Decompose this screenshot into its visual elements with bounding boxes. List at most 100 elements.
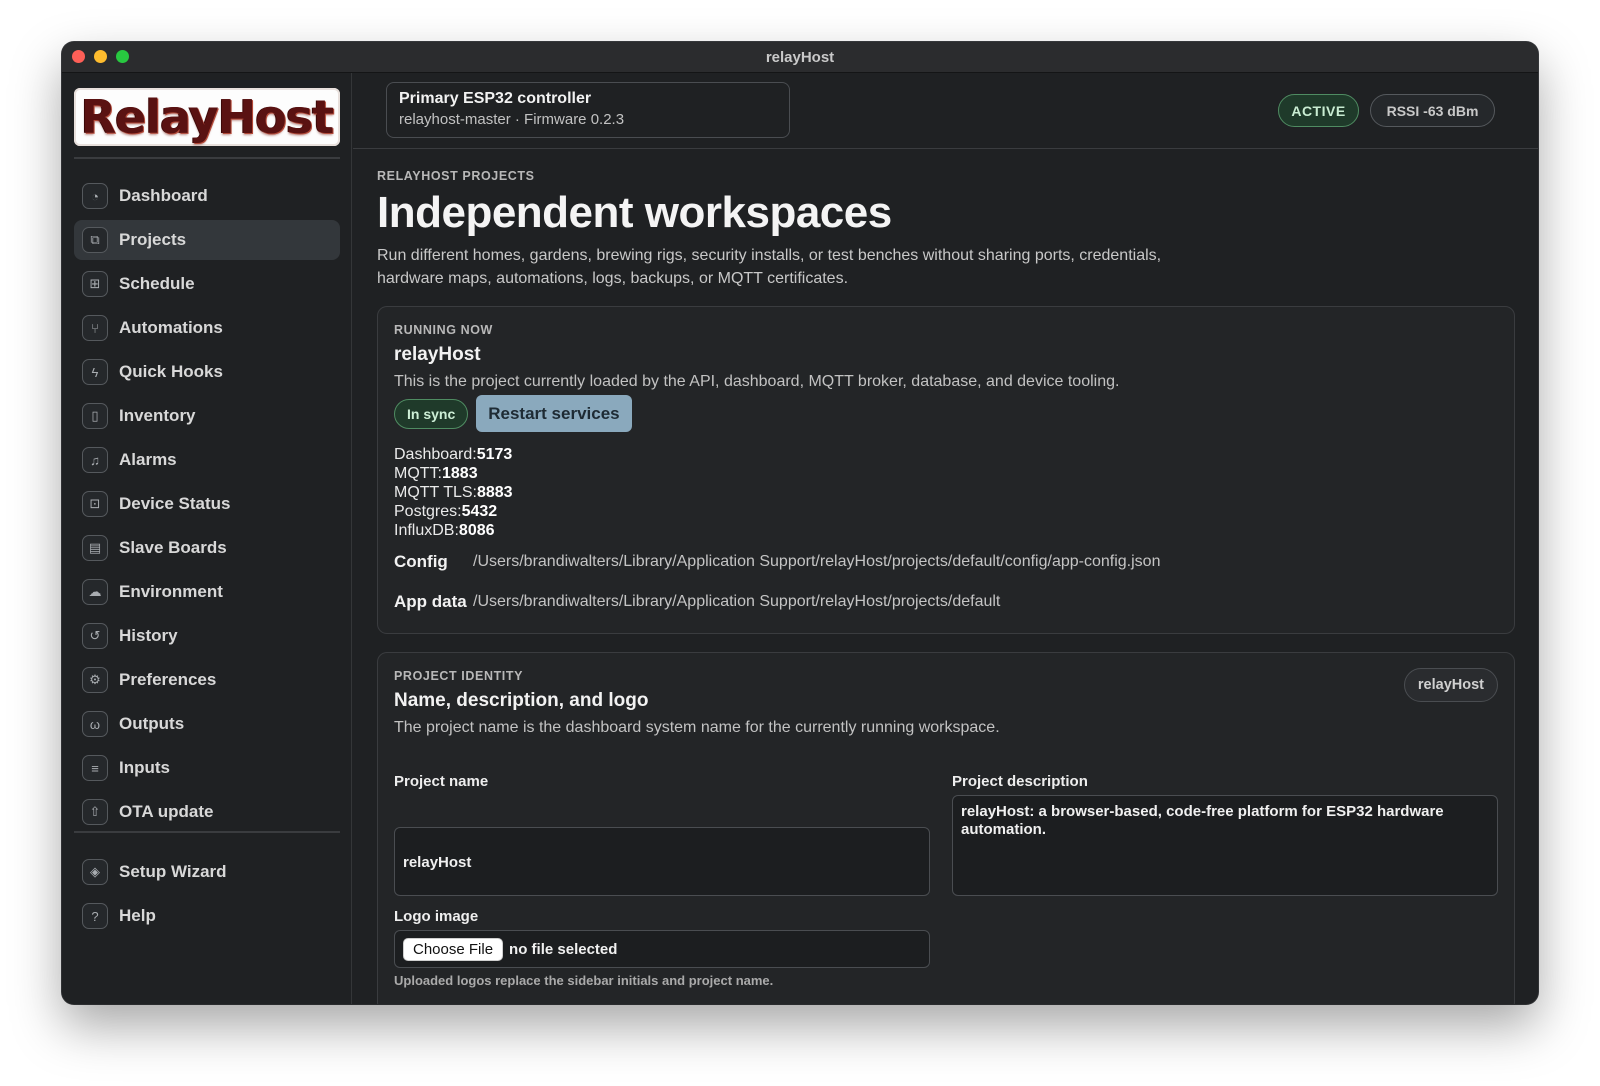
port-row: Dashboard:5173 (394, 445, 1498, 464)
dashboard-icon: ◔ (82, 183, 108, 209)
logo-file-input[interactable]: Choose File no file selected (394, 930, 930, 968)
port-row: Postgres:5432 (394, 502, 1498, 521)
card-eyebrow: PROJECT IDENTITY (394, 669, 524, 683)
app-logo-text: RelayHost (80, 90, 334, 144)
sidebar-divider (74, 831, 340, 833)
sidebar-item-history[interactable]: ↺ History (74, 616, 340, 656)
port-value: 5432 (461, 503, 498, 520)
sidebar-divider (74, 157, 340, 159)
alarm-bell-icon: ♫ (82, 447, 108, 473)
config-label: Config (394, 552, 448, 571)
sidebar-item-slave-boards[interactable]: ▤ Slave Boards (74, 528, 340, 568)
quick-hooks-icon: ϟ (82, 359, 108, 385)
port-label: Postgres: (394, 503, 462, 520)
sidebar-item-ota-update[interactable]: ⇧ OTA update (74, 792, 340, 832)
running-project-desc: This is the project currently loaded by … (394, 373, 1120, 390)
sidebar-item-label: Dashboard (119, 186, 208, 205)
app-logo[interactable]: RelayHost (74, 88, 340, 146)
running-now-card: RUNNING NOW relayHost This is the projec… (377, 306, 1515, 634)
logo-image-label: Logo image (394, 908, 479, 925)
sidebar-item-alarms[interactable]: ♫ Alarms (74, 440, 340, 480)
page-title: Independent workspaces (377, 188, 892, 237)
rssi-badge: RSSI -63 dBm (1370, 94, 1495, 127)
sidebar-item-dashboard[interactable]: ◔ Dashboard (74, 176, 340, 216)
appdata-path-row: App data /Users/brandiwalters/Library/Ap… (394, 592, 1498, 612)
sidebar-footer-nav: ◈ Setup Wizard ? Help (74, 852, 340, 940)
status-badge: ACTIVE (1278, 94, 1359, 127)
sidebar-item-label: Setup Wizard (119, 862, 227, 881)
automations-icon: ⑂ (82, 315, 108, 341)
sidebar-item-label: History (119, 626, 178, 645)
identity-desc: The project name is the dashboard system… (394, 719, 1000, 736)
device-status-icon: ⊡ (82, 491, 108, 517)
sidebar-item-setup-wizard[interactable]: ◈ Setup Wizard (74, 852, 340, 892)
sidebar-item-label: Alarms (119, 450, 177, 469)
sidebar-item-quick-hooks[interactable]: ϟ Quick Hooks (74, 352, 340, 392)
sidebar-item-inputs[interactable]: ≡ Inputs (74, 748, 340, 788)
page-eyebrow: RELAYHOST PROJECTS (377, 169, 535, 183)
config-path: /Users/brandiwalters/Library/Application… (473, 553, 1161, 570)
port-label: Dashboard: (394, 446, 477, 463)
port-value: 8883 (476, 484, 513, 501)
schedule-icon: ⊞ (82, 271, 108, 297)
appdata-path: /Users/brandiwalters/Library/Application… (473, 593, 1001, 610)
sidebar-item-environment[interactable]: ☁ Environment (74, 572, 340, 612)
identity-title: Name, description, and logo (394, 690, 649, 711)
port-value: 5173 (476, 446, 513, 463)
restart-services-button[interactable]: Restart services (476, 395, 632, 432)
slave-boards-icon: ▤ (82, 535, 108, 561)
port-row: MQTT:1883 (394, 464, 1498, 483)
sidebar-item-label: Help (119, 906, 156, 925)
sidebar-item-label: OTA update (119, 802, 214, 821)
inputs-icon: ≡ (82, 755, 108, 781)
sidebar-item-label: Inventory (119, 406, 196, 425)
projects-page: RELAYHOST PROJECTS Independent workspace… (377, 169, 1515, 1004)
device-firmware: relayhost-master · Firmware 0.2.3 (399, 111, 625, 128)
inventory-icon: ▯ (82, 403, 108, 429)
project-description-label: Project description (952, 773, 1088, 790)
running-actions: In sync Restart services (394, 395, 1498, 432)
sidebar-item-label: Slave Boards (119, 538, 227, 557)
sidebar-item-label: Schedule (119, 274, 195, 293)
sidebar-item-outputs[interactable]: ω Outputs (74, 704, 340, 744)
sidebar-item-preferences[interactable]: ⚙ Preferences (74, 660, 340, 700)
sidebar-item-projects[interactable]: ⧉ Projects (74, 220, 340, 260)
outputs-icon: ω (82, 711, 108, 737)
title-bar: relayHost (62, 42, 1538, 73)
sidebar-item-label: Inputs (119, 758, 170, 777)
device-selector[interactable]: Primary ESP32 controller relayhost-maste… (386, 82, 790, 138)
sidebar-nav: ◔ Dashboard ⧉ Projects ⊞ Schedule ⑂ Automations… (74, 176, 340, 836)
sidebar-item-label: Projects (119, 230, 187, 249)
sidebar: RelayHost ◔ Dashboard ⧉ Projects ⊞ Schedule ⑂ A… (62, 73, 352, 1004)
sidebar-item-automations[interactable]: ⑂ Automations (74, 308, 340, 348)
logo-hint: Uploaded logos replace the sidebar initi… (394, 973, 774, 988)
upload-icon: ⇧ (82, 799, 108, 825)
sidebar-item-device-status[interactable]: ⊡ Device Status (74, 484, 340, 524)
port-value: 1883 (442, 465, 478, 482)
project-description-textarea[interactable]: relayHost: a browser-based, code-free pl… (952, 795, 1498, 896)
sidebar-item-label: Preferences (119, 670, 217, 689)
projects-icon: ⧉ (82, 227, 108, 253)
config-path-row: Config /Users/brandiwalters/Library/Appl… (394, 552, 1498, 572)
device-name: Primary ESP32 controller (399, 90, 592, 107)
gear-icon: ⚙ (82, 667, 108, 693)
choose-file-button[interactable]: Choose File (403, 937, 504, 961)
sidebar-item-inventory[interactable]: ▯ Inventory (74, 396, 340, 436)
sidebar-item-label: Automations (119, 318, 223, 337)
sidebar-item-label: Outputs (119, 714, 185, 733)
page-intro: Run different homes, gardens, brewing ri… (377, 247, 1162, 287)
port-label: MQTT TLS: (394, 484, 477, 501)
main-content: Primary ESP32 controller relayhost-maste… (353, 73, 1538, 1004)
history-icon: ↺ (82, 623, 108, 649)
sidebar-item-schedule[interactable]: ⊞ Schedule (74, 264, 340, 304)
setup-wizard-icon: ◈ (82, 859, 108, 885)
device-topbar: Primary ESP32 controller relayhost-maste… (353, 73, 1538, 149)
sidebar-item-label: Environment (119, 582, 223, 601)
app-window: relayHost RelayHost ◔ Dashboard ⧉ Projects ⊞… (62, 42, 1538, 1004)
sidebar-item-help[interactable]: ? Help (74, 896, 340, 936)
port-value: 8086 (458, 522, 495, 539)
project-name-input[interactable]: relayHost (394, 827, 930, 896)
environment-icon: ☁ (82, 579, 108, 605)
appdata-label: App data (394, 592, 467, 611)
port-list: Dashboard:5173 MQTT:1883 MQTT TLS:8883 Post… (394, 445, 1498, 540)
